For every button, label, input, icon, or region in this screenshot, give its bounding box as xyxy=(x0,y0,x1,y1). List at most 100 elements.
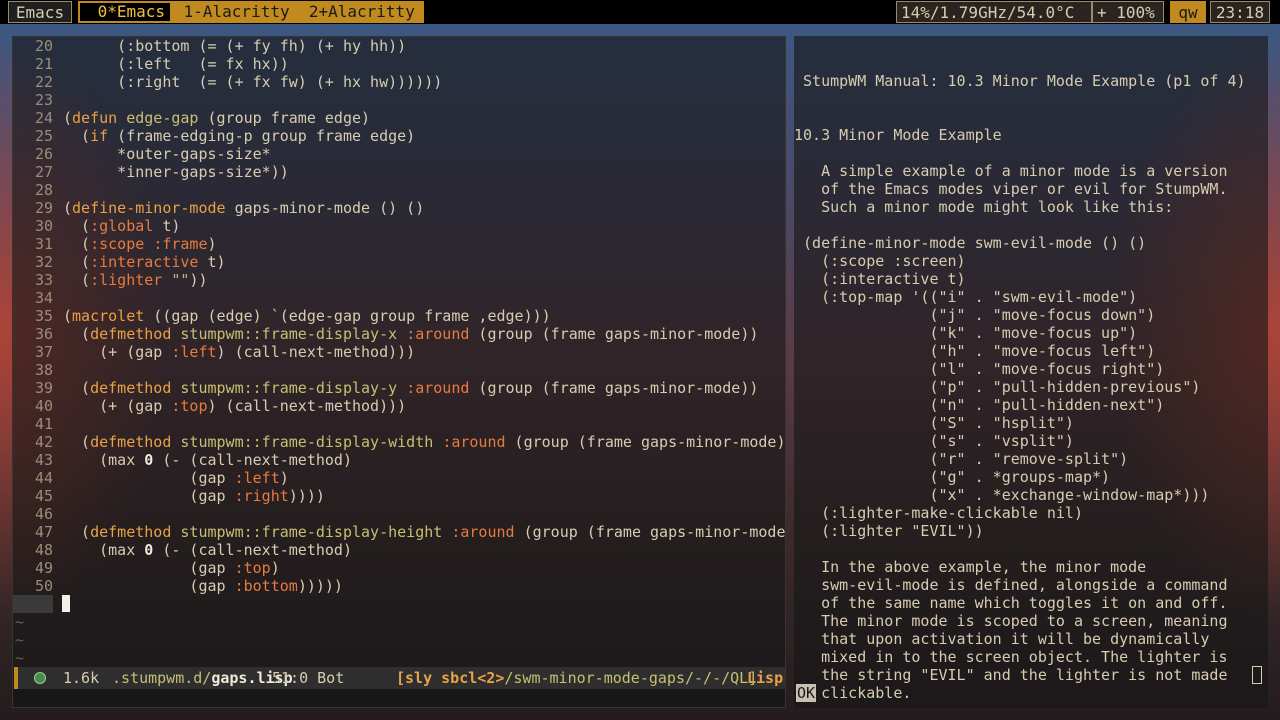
empty-line-marker: ~ xyxy=(15,631,25,649)
manual-line: The minor mode is scoped to a screen, me… xyxy=(794,612,1228,630)
buffer-path: .stumpwm.d/gaps.lisp xyxy=(112,667,293,689)
code-line[interactable]: 48 (max 0 (- (call-next-method) xyxy=(13,541,785,559)
code-line[interactable]: 23 xyxy=(13,91,785,109)
code-line[interactable]: 36 (defmethod stumpwm::frame-display-x :… xyxy=(13,325,785,343)
window-tab-alacritty[interactable]: 1-Alacritty 2+Alacritty xyxy=(170,1,422,23)
emacs-window[interactable]: 20 (:bottom (= (+ fy fh) (+ hy hh)) 21 (:… xyxy=(12,36,786,708)
code-line[interactable]: 28 xyxy=(13,181,785,199)
code-token: edge-gap xyxy=(126,109,199,127)
code-line[interactable]: 42 (defmethod stumpwm::frame-display-wid… xyxy=(13,433,785,451)
manual-line: swm-evil-mode is defined, alongside a co… xyxy=(794,576,1228,594)
manual-line: (:top-map '(("i" . "swm-evil-mode") xyxy=(794,288,1138,306)
empty-line-marker: ~ xyxy=(15,649,25,667)
code-line[interactable]: 35 (macrolet ((gap (edge) `(edge-gap grou… xyxy=(13,307,785,325)
code-line[interactable]: 29 (define-minor-mode gaps-minor-mode () … xyxy=(13,199,785,217)
code-line[interactable]: 39 (defmethod stumpwm::frame-display-y :… xyxy=(13,379,785,397)
sly-prefix: [sly sbcl<2> xyxy=(396,669,505,687)
sly-path: /swm-minor-mode-gaps/-/-/QL] xyxy=(504,669,758,687)
code-token: t) xyxy=(198,253,226,271)
code-token: (max xyxy=(63,451,145,469)
line-number: 27 xyxy=(34,163,53,181)
line-number: 22 xyxy=(34,73,53,91)
keyboard-layout[interactable]: qw xyxy=(1170,1,1206,23)
code-token: :around xyxy=(442,433,506,451)
code-line[interactable]: 38 xyxy=(13,361,785,379)
manual-window[interactable]: StumpWM Manual: 10.3 Minor Mode Example … xyxy=(794,36,1268,708)
code-token: 0 xyxy=(144,451,154,469)
code-line[interactable]: 31 (:scope :frame) xyxy=(13,235,785,253)
code-line[interactable]: 24 (defun edge-gap (group frame edge) xyxy=(13,109,785,127)
cpu-status: 14%/1.79GHz/54.0°C xyxy=(896,1,1092,23)
code-buffer[interactable]: 20 (:bottom (= (+ fy fh) (+ hy hh)) 21 (:… xyxy=(13,37,785,667)
code-token: defmethod xyxy=(90,325,172,343)
line-number: 45 xyxy=(34,487,53,505)
line-number: 35 xyxy=(34,307,53,325)
code-token: :around xyxy=(451,523,515,541)
code-line[interactable]: 21 (:left (= fx hx)) xyxy=(13,55,785,73)
stumpwm-mode-line: Emacs 0*Emacs 1-Alacritty 2+Alacritty 14… xyxy=(0,0,1280,24)
code-line[interactable]: 41 xyxy=(13,415,785,433)
code-token: ) xyxy=(207,235,217,253)
code-token: (group (frame gaps-minor-mode)) xyxy=(469,379,759,397)
code-line[interactable]: 30 (:global t) xyxy=(13,217,785,235)
line-number: 38 xyxy=(34,361,53,379)
code-token: ( xyxy=(63,109,73,127)
code-line[interactable]: 47 (defmethod stumpwm::frame-display-hei… xyxy=(13,523,785,541)
code-token: gaps-minor-mode () () xyxy=(225,199,425,217)
code-line[interactable]: 25 (if (frame-edging-p group frame edge) xyxy=(13,127,785,145)
code-line[interactable]: 43 (max 0 (- (call-next-method) xyxy=(13,451,785,469)
manual-line: ("g" . *groups-map*) xyxy=(794,468,1111,486)
cursor-line[interactable]: 51 xyxy=(13,595,785,613)
line-number: 44 xyxy=(34,469,53,487)
line-number: 25 xyxy=(34,127,53,145)
manual-line xyxy=(794,144,1268,162)
manual-line: (:interactive t) xyxy=(794,270,966,288)
code-token: if xyxy=(90,127,109,145)
code-token: (gap xyxy=(63,469,235,487)
window-tab-emacs[interactable]: 0*Emacs xyxy=(84,1,169,23)
code-line[interactable]: 33 (:lighter "")) xyxy=(13,271,785,289)
code-line[interactable]: 26 *outer-gaps-size* xyxy=(13,145,785,163)
code-line[interactable]: 22 (:right (= (+ fx fw) (+ hx hw)))))) xyxy=(13,73,785,91)
code-line[interactable]: 37 (+ (gap :left) (call-next-method))) xyxy=(13,343,785,361)
code-token: *outer-gaps-size* xyxy=(63,145,271,163)
major-mode[interactable]: Lisp xyxy=(747,667,783,689)
code-token: defun xyxy=(72,109,118,127)
volume-status[interactable]: + 100% xyxy=(1092,1,1164,23)
code-token: stumpwm::frame-display-y xyxy=(180,379,398,397)
line-number: 28 xyxy=(34,181,53,199)
manual-line: mixed in to the screen object. The light… xyxy=(794,648,1228,666)
app-label: Emacs xyxy=(8,1,72,23)
manual-line: ("h" . "move-focus left") xyxy=(794,342,1156,360)
code-line[interactable]: 50 (gap :bottom))))) xyxy=(13,577,785,595)
code-line[interactable]: 45 (gap :right)))) xyxy=(13,487,785,505)
code-token: ( xyxy=(63,271,91,289)
code-line[interactable]: 49 (gap :top) xyxy=(13,559,785,577)
code-token: "" xyxy=(171,271,190,289)
manual-line: ("n" . "pull-hidden-next") xyxy=(794,396,1165,414)
code-token: ( xyxy=(63,235,91,253)
ok-prompt[interactable]: OK xyxy=(796,684,817,702)
code-line[interactable]: 32 (:interactive t) xyxy=(13,253,785,271)
code-line[interactable]: 46 xyxy=(13,505,785,523)
manual-line: of the same name which toggles it on and… xyxy=(794,594,1228,612)
code-line[interactable]: 27 *inner-gaps-size*)) xyxy=(13,163,785,181)
code-token: :left xyxy=(234,469,280,487)
code-token: ) xyxy=(279,469,289,487)
code-token: )) xyxy=(189,271,208,289)
code-token: )) xyxy=(270,163,289,181)
line-number: 31 xyxy=(34,235,53,253)
code-line[interactable]: 44 (gap :left) xyxy=(13,469,785,487)
code-token: (:right (= (+ fx fw) (+ hx hw)))))) xyxy=(63,73,443,91)
mode-line-accent xyxy=(14,667,18,689)
code-line[interactable]: 20 (:bottom (= (+ fy fh) (+ hy hh)) xyxy=(13,37,785,55)
code-line[interactable]: 40 (+ (gap :top) (call-next-method))) xyxy=(13,397,785,415)
line-number: 40 xyxy=(34,397,53,415)
sly-connection[interactable]: [sly sbcl<2>/swm-minor-mode-gaps/-/-/QL] xyxy=(396,667,757,689)
emacs-mode-line: 1.6k .stumpwm.d/gaps.lisp 51:0 Bot [sly … xyxy=(14,667,785,689)
line-number: 33 xyxy=(34,271,53,289)
code-line[interactable]: 34 xyxy=(13,289,785,307)
